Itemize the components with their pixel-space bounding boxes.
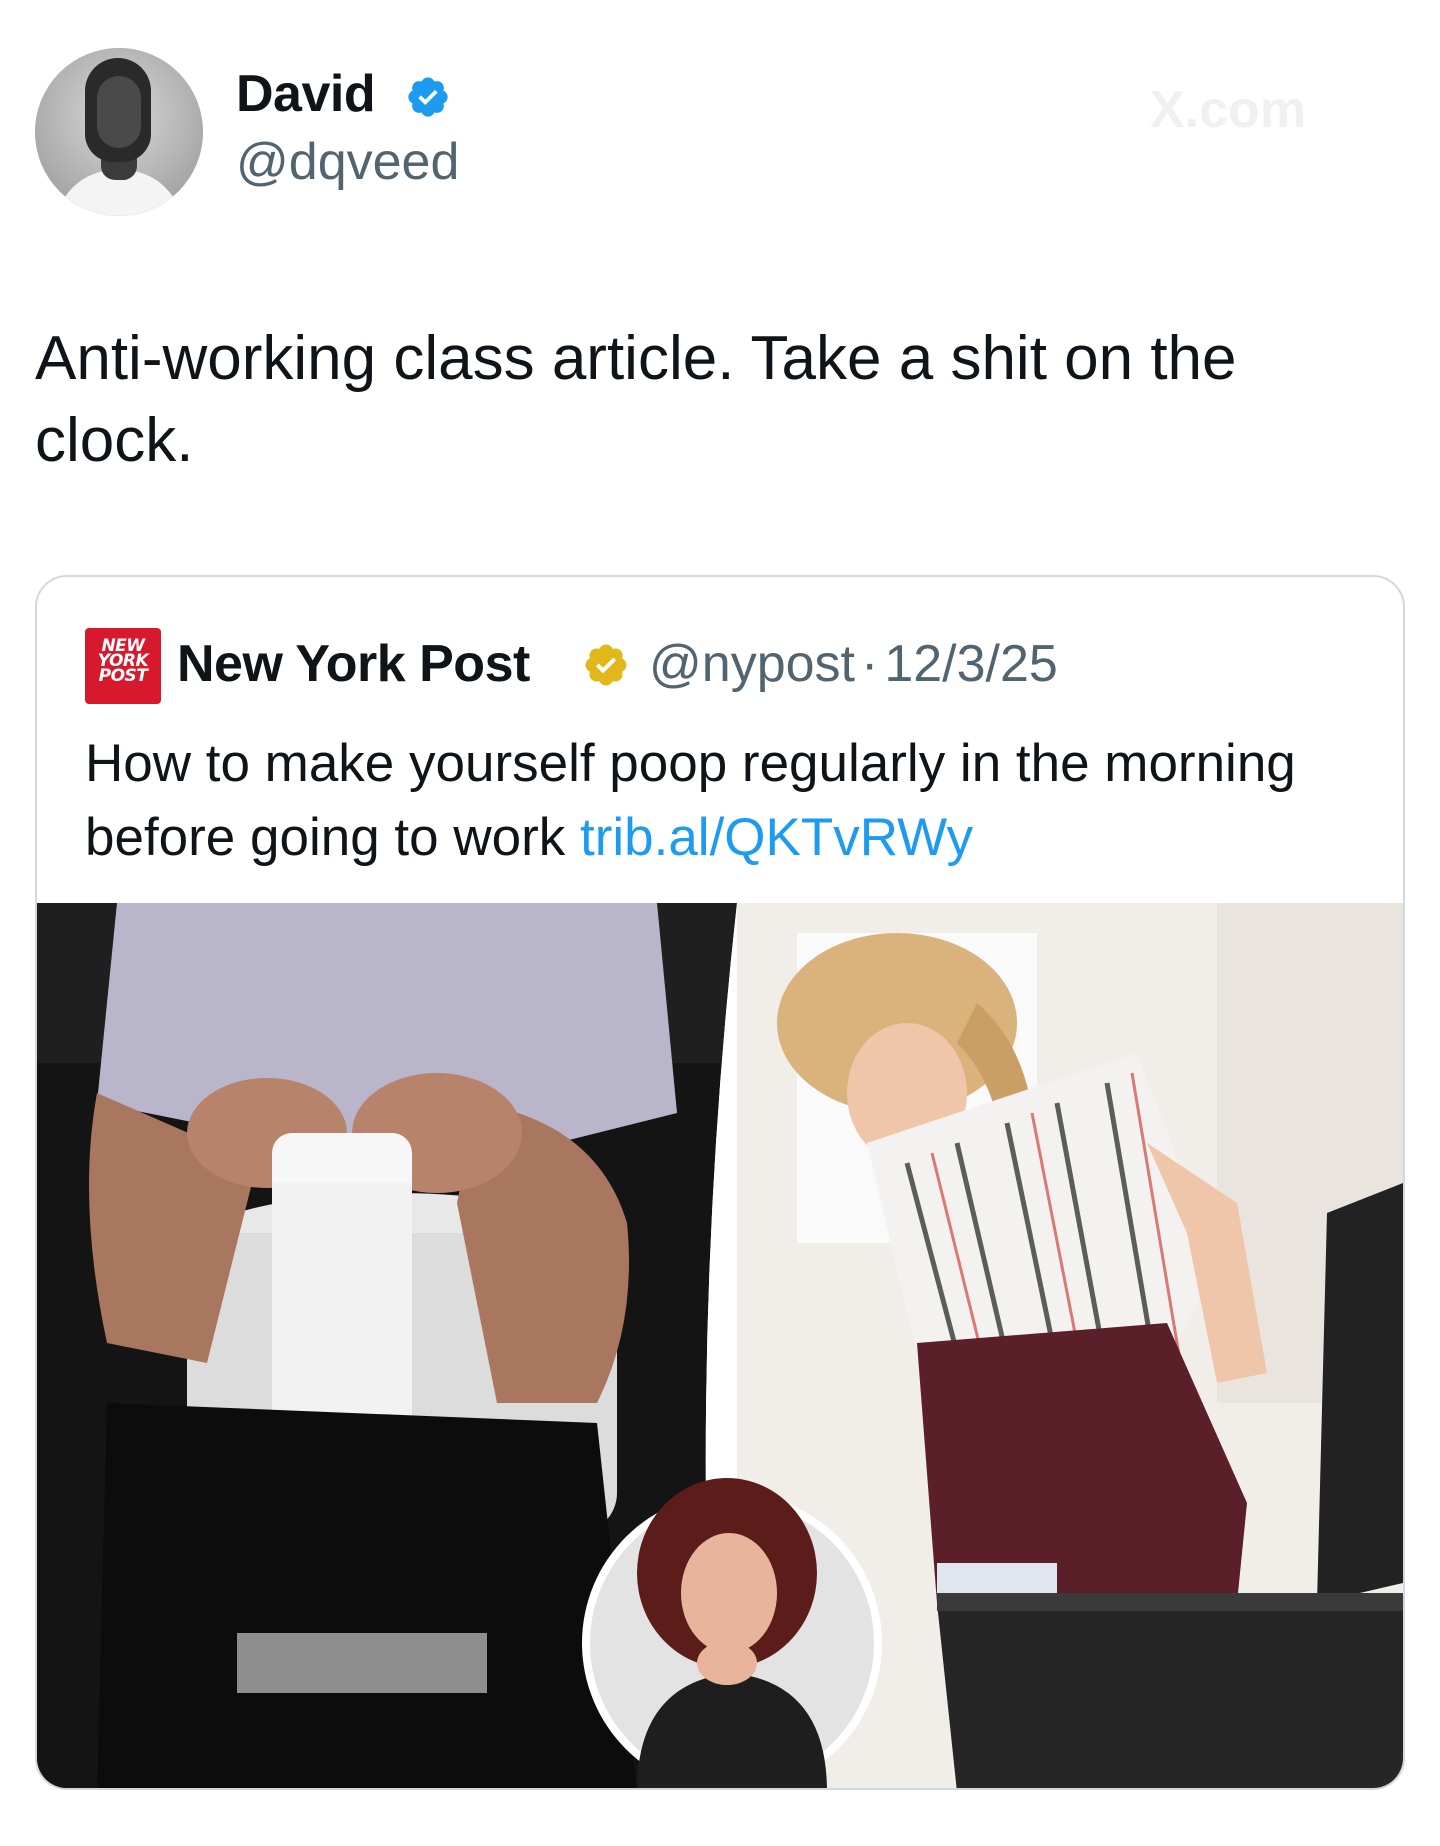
verified-badge-icon [408, 77, 448, 117]
article-link[interactable]: trib.al/QKTvRWy [580, 808, 973, 867]
quoted-author-name[interactable]: New York Post [177, 634, 530, 694]
watermark: X.com [1150, 81, 1307, 139]
author-handle[interactable]: @dqveed [236, 132, 459, 192]
quoted-date[interactable]: 12/3/25 [884, 635, 1058, 693]
article-preview-image[interactable] [37, 903, 1403, 1788]
avatar-face [97, 76, 141, 148]
quoted-tweet-card[interactable]: NEW YORK POST New York Post @nypost · 12/3/2… [35, 575, 1405, 1790]
tweet-text: Anti-working class article. Take a shit … [35, 324, 1237, 475]
author-name[interactable]: David [236, 64, 376, 124]
quoted-meta: @nypost · 12/3/25 [649, 634, 1058, 694]
article-image-illustration [37, 903, 1403, 1788]
quoted-tweet-text: How to make yourself poop regularly in t… [85, 727, 1385, 875]
gold-verified-badge-icon [585, 644, 627, 686]
author-avatar[interactable] [35, 48, 203, 216]
meta-separator: · [861, 635, 879, 693]
nypost-logo: NEW YORK POST [85, 628, 161, 704]
quoted-author-handle[interactable]: @nypost [649, 635, 855, 693]
